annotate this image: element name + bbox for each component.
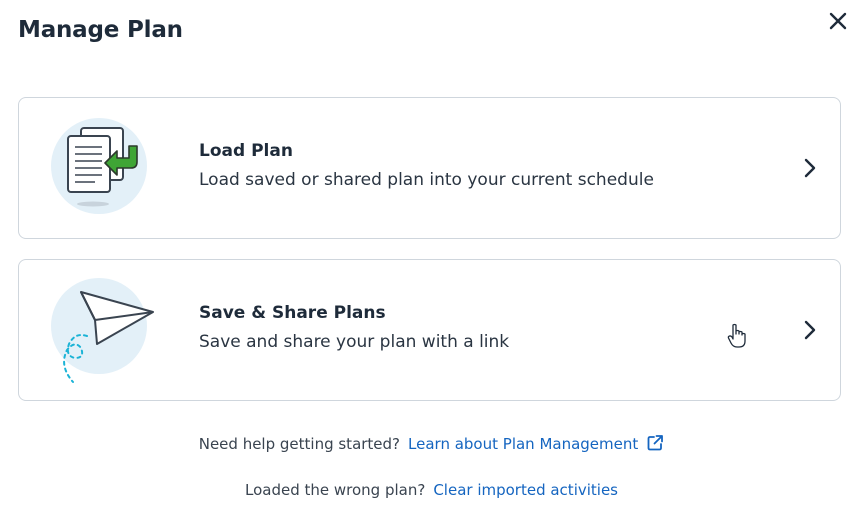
- close-icon: [829, 12, 847, 30]
- save-share-text: Save & Share Plans Save and share your p…: [199, 303, 509, 352]
- paper-plane-icon: [45, 274, 157, 386]
- dialog-title: Manage Plan: [18, 17, 183, 43]
- manage-plan-dialog: Manage Plan Load Plan Load saved or shar…: [0, 0, 863, 520]
- help-line: Need help getting started? Learn about Pl…: [0, 434, 863, 453]
- save-share-title: Save & Share Plans: [199, 303, 386, 323]
- save-share-description: Save and share your plan with a link: [199, 332, 510, 352]
- load-document-icon: [45, 112, 157, 224]
- load-plan-title: Load Plan: [199, 141, 293, 161]
- load-plan-card[interactable]: Load Plan Load saved or shared plan into…: [18, 97, 841, 239]
- chevron-right-icon: [804, 158, 816, 178]
- load-plan-text: Load Plan Load saved or shared plan into…: [199, 141, 654, 190]
- hand-cursor-icon: [727, 323, 746, 348]
- close-button[interactable]: [827, 10, 849, 32]
- wrong-plan-line: Loaded the wrong plan? Clear imported act…: [0, 481, 863, 499]
- save-share-plans-card[interactable]: Save & Share Plans Save and share your p…: [18, 259, 841, 401]
- help-text: Need help getting started?: [198, 435, 401, 453]
- learn-plan-management-link[interactable]: Learn about Plan Management: [408, 435, 638, 453]
- external-link-icon[interactable]: [646, 434, 664, 452]
- chevron-right-icon: [804, 320, 816, 340]
- load-plan-description: Load saved or shared plan into your curr…: [199, 170, 654, 190]
- wrong-plan-text: Loaded the wrong plan?: [245, 481, 426, 499]
- clear-imported-activities-link[interactable]: Clear imported activities: [433, 481, 618, 499]
